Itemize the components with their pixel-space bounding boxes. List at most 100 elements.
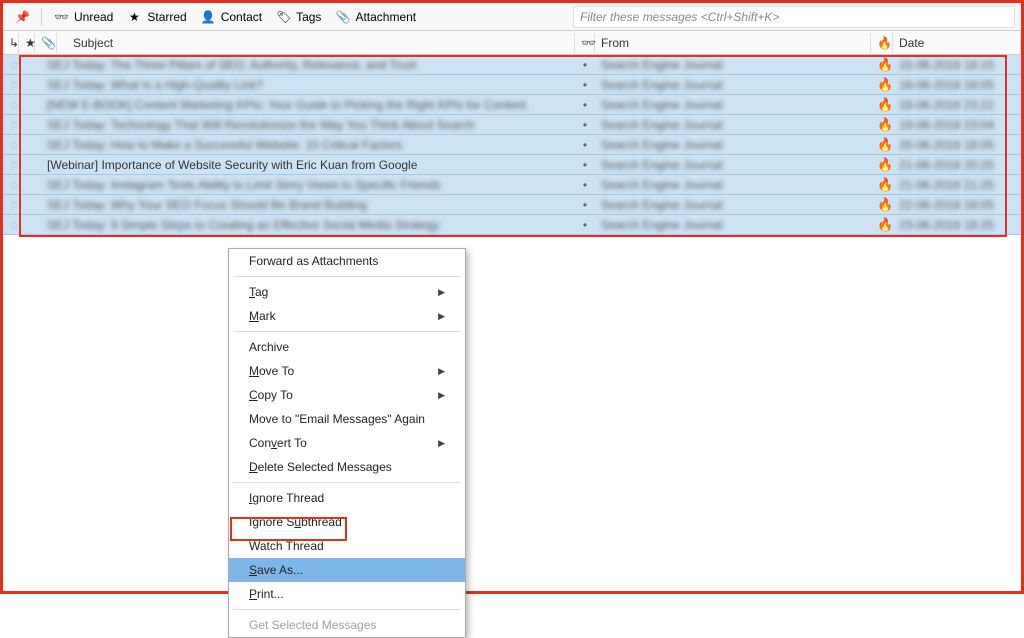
message-row[interactable]: ☆ SEJ Today: The Three Pillars of SEO: Au… — [3, 55, 1021, 75]
col-read[interactable]: 👓 — [575, 33, 595, 53]
star-outline-icon: ☆ — [9, 158, 19, 172]
pin-toggle[interactable]: 📌 — [9, 6, 35, 28]
menu-ignore-thread[interactable]: Ignore Thread — [229, 486, 465, 510]
chevron-right-icon: ▶ — [438, 390, 445, 401]
message-row[interactable]: ☆SEJ Today: Why Your SEO Focus Should Be… — [3, 195, 1021, 215]
menu-mark[interactable]: Mark▶ — [229, 304, 465, 328]
message-row[interactable]: ☆ SEJ Today: 9 Simple Steps to Creating a… — [3, 215, 1021, 235]
star-outline-icon: ☆ — [9, 118, 19, 132]
message-row[interactable]: ☆ [Webinar] Importance of Website Securit… — [3, 155, 1021, 175]
correspondent-dot: • — [575, 138, 595, 152]
correspondent-dot: • — [575, 158, 595, 172]
star-toggle[interactable]: ☆ — [3, 118, 19, 132]
menu-save-as[interactable]: Save As... — [229, 558, 465, 582]
separator — [41, 8, 42, 26]
tag-icon: 🏷 — [276, 10, 290, 24]
attachment-icon: 📎 — [335, 10, 349, 24]
message-row[interactable]: ☆SEJ Today: Technology That Will Revolut… — [3, 115, 1021, 135]
priority-indicator: 🔥 — [871, 217, 893, 233]
menu-ignore-subthread[interactable]: Ignore Subthread — [229, 510, 465, 534]
correspondent-dot: • — [575, 218, 595, 232]
col-subject[interactable]: Subject — [57, 33, 575, 53]
star-toggle[interactable]: ☆ — [3, 178, 19, 192]
message-from: Search Engine Journal — [595, 118, 871, 132]
filter-attachment-label: Attachment — [355, 10, 416, 24]
star-outline-icon: ☆ — [9, 98, 19, 112]
correspondent-dot: • — [575, 118, 595, 132]
filter-contact-label: Contact — [221, 10, 262, 24]
message-from: Search Engine Journal — [595, 58, 871, 72]
filter-unread[interactable]: 👓Unread — [48, 6, 119, 28]
menu-separator — [233, 276, 461, 277]
star-toggle[interactable]: ☆ — [3, 58, 19, 72]
col-priority[interactable]: 🔥 — [871, 33, 893, 53]
fire-icon: 🔥 — [877, 57, 893, 72]
message-subject: [NEW E-BOOK] Content Marketing KPIs: You… — [41, 98, 575, 112]
message-subject: SEJ Today: The Three Pillars of SEO: Aut… — [41, 58, 575, 72]
message-row[interactable]: ☆ SEJ Today: What Is a High-Quality Link?… — [3, 75, 1021, 95]
correspondent-dot: • — [575, 198, 595, 212]
menu-tag[interactable]: Tag▶ — [229, 280, 465, 304]
message-list: ☆ SEJ Today: The Three Pillars of SEO: Au… — [3, 55, 1021, 235]
fire-icon: 🔥 — [877, 117, 893, 132]
message-subject: SEJ Today: 9 Simple Steps to Creating an… — [41, 218, 575, 232]
menu-move-again[interactable]: Move to "Email Messages" Again — [229, 407, 465, 431]
menu-separator — [233, 331, 461, 332]
priority-indicator: 🔥 — [871, 157, 893, 173]
star-toggle[interactable]: ☆ — [3, 218, 19, 232]
correspondent-dot: • — [575, 178, 595, 192]
message-from: Search Engine Journal — [595, 78, 871, 92]
contact-icon: 👤 — [201, 10, 215, 24]
col-thread[interactable]: ↳ — [3, 33, 19, 53]
priority-indicator: 🔥 — [871, 197, 893, 213]
message-row[interactable]: ☆SEJ Today: Instagram Tests Ability to L… — [3, 175, 1021, 195]
priority-indicator: 🔥 — [871, 117, 893, 133]
filter-tags[interactable]: 🏷 Tags — [270, 6, 327, 28]
message-subject: SEJ Today: What Is a High-Quality Link? — [41, 78, 575, 92]
filter-attachment[interactable]: 📎 Attachment — [329, 6, 422, 28]
filter-starred-label: Starred — [147, 10, 186, 24]
star-toggle[interactable]: ☆ — [3, 138, 19, 152]
message-date: 18-06-2018 18:05 — [893, 78, 1021, 92]
fire-icon: 🔥 — [877, 157, 893, 172]
menu-print[interactable]: Print... — [229, 582, 465, 606]
col-from[interactable]: From — [595, 33, 871, 53]
priority-indicator: 🔥 — [871, 57, 893, 73]
menu-copy-to[interactable]: Copy To▶ — [229, 383, 465, 407]
message-from: Search Engine Journal — [595, 218, 871, 232]
menu-separator — [233, 482, 461, 483]
menu-move-to[interactable]: Move To▶ — [229, 359, 465, 383]
menu-forward-attachments[interactable]: Forward as Attachments — [229, 249, 465, 273]
message-subject: [Webinar] Importance of Website Security… — [41, 158, 575, 172]
priority-indicator: 🔥 — [871, 97, 893, 113]
filter-tags-label: Tags — [296, 10, 321, 24]
message-date: 22-06-2018 18:05 — [893, 198, 1021, 212]
fire-icon: 🔥 — [877, 97, 893, 112]
col-attachment[interactable]: 📎 — [35, 33, 57, 53]
star-toggle[interactable]: ☆ — [3, 98, 19, 112]
filter-contact[interactable]: 👤 Contact — [195, 6, 268, 28]
menu-delete-selected[interactable]: Delete Selected Messages — [229, 455, 465, 479]
correspondent-dot: • — [575, 78, 595, 92]
fire-icon: 🔥 — [877, 197, 893, 212]
message-from: Search Engine Journal — [595, 178, 871, 192]
menu-archive[interactable]: Archive — [229, 335, 465, 359]
message-from: Search Engine Journal — [595, 198, 871, 212]
message-row[interactable]: ☆SEJ Today: How to Make a Successful Web… — [3, 135, 1021, 155]
menu-watch-thread[interactable]: Watch Thread — [229, 534, 465, 558]
star-toggle[interactable]: ☆ — [3, 78, 19, 92]
star-toggle[interactable]: ☆ — [3, 198, 19, 212]
search-input[interactable]: Filter these messages <Ctrl+Shift+K> — [573, 6, 1015, 28]
context-menu: Forward as Attachments Tag▶ Mark▶ Archiv… — [228, 248, 466, 638]
star-toggle[interactable]: ☆ — [3, 158, 19, 172]
menu-convert-to[interactable]: Convert To▶ — [229, 431, 465, 455]
message-date: 20-06-2018 18:05 — [893, 138, 1021, 152]
filter-starred[interactable]: ★Starred — [121, 6, 192, 28]
message-row[interactable]: ☆ [NEW E-BOOK] Content Marketing KPIs: Yo… — [3, 95, 1021, 115]
col-star[interactable]: ★ — [19, 33, 35, 53]
message-date: 21-06-2018 20:25 — [893, 158, 1021, 172]
message-date: 21-06-2018 21:25 — [893, 178, 1021, 192]
chevron-right-icon: ▶ — [438, 366, 445, 377]
col-date[interactable]: Date — [893, 33, 1021, 53]
fire-icon: 🔥 — [877, 77, 893, 92]
